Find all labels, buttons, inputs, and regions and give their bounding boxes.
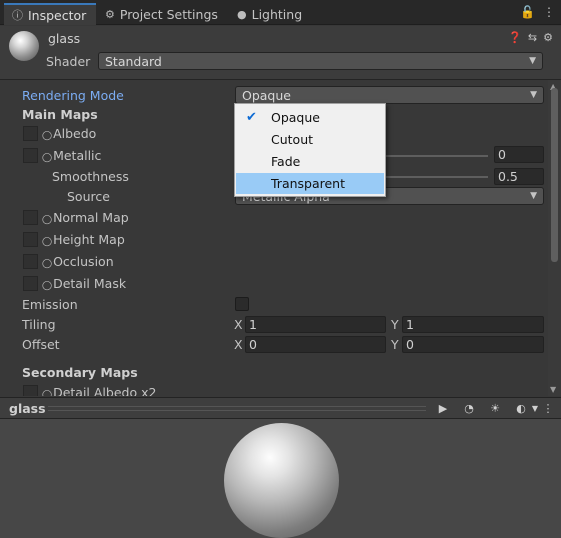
offset-y-field[interactable]: 0 <box>402 336 544 353</box>
lighting-toggle-icon[interactable]: ☀ <box>485 400 505 417</box>
more-options-icon[interactable]: ⋮ <box>541 400 555 417</box>
detail-mask-texture-slot[interactable] <box>23 276 38 291</box>
offset-x-label: X <box>234 337 243 352</box>
tab-inspector-label: Inspector <box>28 7 87 23</box>
presets-icon[interactable]: ⇆ <box>528 31 537 44</box>
chevron-down-icon: ▼ <box>530 90 537 100</box>
tiling-x-field[interactable]: 1 <box>245 316 386 333</box>
albedo-texture-slot[interactable] <box>23 126 38 141</box>
scroll-thumb[interactable] <box>551 88 558 262</box>
preview-title: glass <box>9 401 46 416</box>
menu-item-cutout[interactable]: Cutout <box>236 129 384 150</box>
smoothness-field[interactable]: 0.5 <box>494 168 544 185</box>
resize-grip[interactable] <box>48 406 426 411</box>
tab-project-settings[interactable]: ⚙ Project Settings <box>97 3 226 25</box>
shader-dropdown[interactable]: Standard ▼ <box>98 52 543 70</box>
emission-label: Emission <box>22 297 78 312</box>
tab-bar: ⓘ Inspector ⚙ Project Settings ● Lightin… <box>0 0 561 25</box>
tab-inspector[interactable]: ⓘ Inspector <box>4 3 96 25</box>
tiling-y-label: Y <box>391 317 399 332</box>
more-options-icon[interactable]: ⋮ <box>543 5 555 19</box>
tiling-label: Tiling <box>22 317 56 332</box>
lightbulb-icon: ● <box>237 7 247 21</box>
rendering-mode-menu: ✔ Opaque Cutout Fade Transparent <box>234 103 386 197</box>
metallic-texture-slot[interactable] <box>23 148 38 163</box>
shader-value: Standard <box>105 54 162 69</box>
source-label: Source <box>67 189 110 204</box>
offset-y-label: Y <box>391 337 399 352</box>
material-header: glass ❓ ⇆ ⚙ Shader Standard ▼ <box>0 26 561 80</box>
detail-albedo-label: ◯Detail Albedo x2 <box>42 385 156 396</box>
detail-albedo-texture-slot[interactable] <box>23 385 38 396</box>
shader-label: Shader <box>46 54 91 69</box>
material-preview[interactable] <box>0 419 561 538</box>
tiling-y-field[interactable]: 1 <box>402 316 544 333</box>
info-icon: ⓘ <box>12 9 23 22</box>
smoothness-label: Smoothness <box>52 169 129 184</box>
rendering-mode-dropdown[interactable]: Opaque ▼ <box>235 86 544 104</box>
header-icons: ❓ ⇆ ⚙ <box>508 31 553 44</box>
menu-item-opaque[interactable]: ✔ Opaque <box>236 107 384 128</box>
target-icon[interactable]: ◯ <box>42 281 52 291</box>
tab-lighting-label: Lighting <box>251 6 303 22</box>
tab-bar-icons: 🔓 ⋮ <box>520 5 555 19</box>
occlusion-texture-slot[interactable] <box>23 254 38 269</box>
metallic-label: ◯Metallic <box>42 148 102 163</box>
help-icon[interactable]: ❓ <box>508 31 522 44</box>
chevron-down-icon: ▼ <box>530 191 537 201</box>
occlusion-label: ◯Occlusion <box>42 254 114 269</box>
target-icon[interactable]: ◯ <box>42 259 52 269</box>
normal-map-texture-slot[interactable] <box>23 210 38 225</box>
target-icon[interactable]: ◯ <box>42 153 52 163</box>
chevron-down-icon: ▼ <box>529 56 536 66</box>
albedo-label: ◯Albedo <box>42 126 97 141</box>
menu-item-fade[interactable]: Fade <box>236 151 384 172</box>
tab-project-settings-label: Project Settings <box>119 6 218 22</box>
preview-toolbar: glass ▶ ◔ ☀ ◐ ▼ ⋮ <box>0 397 561 419</box>
rendering-mode-label: Rendering Mode <box>22 88 124 103</box>
tab-lighting[interactable]: ● Lighting <box>229 3 310 25</box>
metallic-field[interactable]: 0 <box>494 146 544 163</box>
height-map-label: ◯Height Map <box>42 232 125 247</box>
scroll-down-icon[interactable]: ▼ <box>550 385 556 394</box>
material-name: glass <box>48 31 81 46</box>
main-maps-heading: Main Maps <box>22 107 98 122</box>
rendering-mode-value: Opaque <box>242 88 291 103</box>
material-thumbnail <box>9 31 39 61</box>
lock-icon[interactable]: 🔓 <box>520 5 535 19</box>
checkmark-icon: ✔ <box>246 110 257 125</box>
chevron-down-icon[interactable]: ▼ <box>528 400 542 417</box>
target-icon[interactable]: ◯ <box>42 237 52 247</box>
offset-label: Offset <box>22 337 60 352</box>
settings-gear-icon[interactable]: ⚙ <box>543 31 553 44</box>
gear-icon: ⚙ <box>105 7 115 21</box>
detail-mask-label: ◯Detail Mask <box>42 276 127 291</box>
secondary-maps-heading: Secondary Maps <box>22 365 138 380</box>
target-icon[interactable]: ◯ <box>42 215 52 225</box>
menu-item-transparent[interactable]: Transparent <box>236 173 384 194</box>
preview-shape-icon[interactable]: ◔ <box>459 400 479 417</box>
vertical-scrollbar[interactable]: ▲ ▼ <box>548 80 561 396</box>
play-icon[interactable]: ▶ <box>433 400 453 417</box>
target-icon[interactable]: ◯ <box>42 131 52 141</box>
target-icon[interactable]: ◯ <box>42 390 52 396</box>
emission-checkbox[interactable] <box>235 297 249 311</box>
height-map-texture-slot[interactable] <box>23 232 38 247</box>
preview-sphere <box>224 423 339 538</box>
tiling-x-label: X <box>234 317 243 332</box>
offset-x-field[interactable]: 0 <box>245 336 386 353</box>
normal-map-label: ◯Normal Map <box>42 210 129 225</box>
